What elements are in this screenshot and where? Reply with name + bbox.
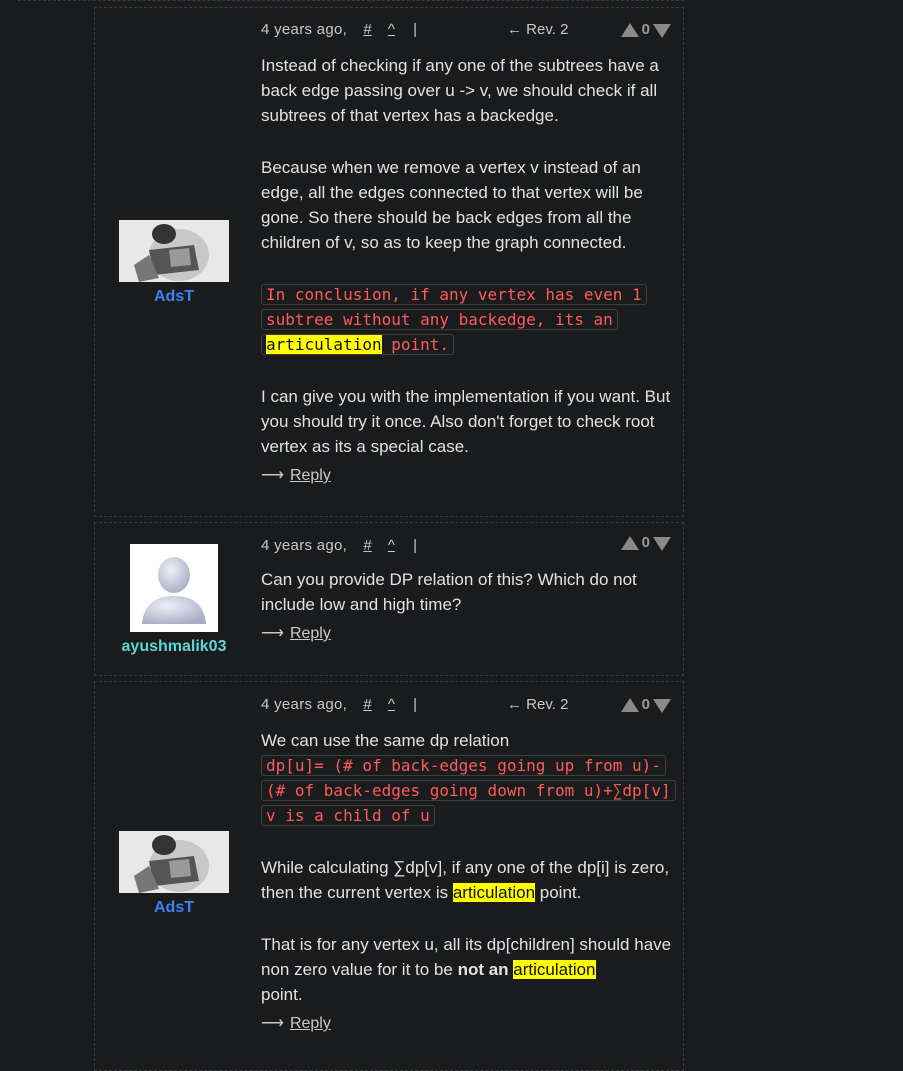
reply-arrow-icon: ⟶ xyxy=(261,625,284,642)
reply-arrow-icon: ⟶ xyxy=(261,467,284,484)
vote-box: 0 xyxy=(620,529,671,557)
vote-box: 0 xyxy=(620,691,671,719)
permalink-link[interactable]: # xyxy=(363,537,371,554)
timestamp: 4 years ago, xyxy=(261,537,348,554)
reply-link[interactable]: Reply xyxy=(290,467,331,484)
parent-link[interactable]: ^ xyxy=(388,21,395,38)
divider xyxy=(18,0,684,1)
permalink-link[interactable]: # xyxy=(363,696,371,713)
separator: | xyxy=(413,696,417,713)
vote-box: 0 xyxy=(620,16,671,44)
comment-author: AdsT xyxy=(95,831,253,917)
code-block: dp[u]= (# of back-edges going up from u)… xyxy=(261,753,676,828)
upvote-icon[interactable] xyxy=(620,23,639,37)
reply-row: ⟶ Reply xyxy=(261,623,675,643)
user-handle[interactable]: AdsT xyxy=(95,288,253,306)
comment-author: ayushmalik03 xyxy=(95,544,253,656)
code-text: In conclusion, if any vertex has even 1 … xyxy=(266,285,642,329)
comment-text: Because when we remove a vertex v instea… xyxy=(261,158,643,252)
avatar[interactable] xyxy=(119,220,229,282)
separator: | xyxy=(413,537,417,554)
reply-link[interactable]: Reply xyxy=(290,625,331,642)
code-block: In conclusion, if any vertex has even 1 … xyxy=(261,282,675,357)
comment: AdsT 4 years ago, # ^ | ← Rev. 2 0 Inste… xyxy=(94,7,684,517)
comment: ayushmalik03 4 years ago, # ^ | 0 Can yo… xyxy=(94,522,684,676)
comment-meta: 4 years ago, # ^ | ← Rev. 2 0 xyxy=(261,691,675,719)
highlight: articulation xyxy=(513,960,596,979)
separator: | xyxy=(413,21,417,38)
reply-arrow-icon: ⟶ xyxy=(261,1015,284,1032)
user-handle[interactable]: ayushmalik03 xyxy=(95,638,253,656)
comment-meta: 4 years ago, # ^ | 0 xyxy=(261,532,675,560)
text-span: point. xyxy=(261,985,303,1004)
reply-row: ⟶ Reply xyxy=(261,1013,675,1033)
highlight: articulation xyxy=(266,335,382,354)
comment-meta: 4 years ago, # ^ | ← Rev. 2 0 xyxy=(261,16,675,44)
timestamp: 4 years ago, xyxy=(261,696,348,713)
reply-link[interactable]: Reply xyxy=(290,1015,331,1032)
comment-text: I can give you with the implementation i… xyxy=(261,387,671,456)
vote-count: 0 xyxy=(641,696,650,713)
vote-count: 0 xyxy=(641,21,650,38)
code-text: point. xyxy=(381,335,450,354)
upvote-icon[interactable] xyxy=(620,536,639,550)
bold-text: not an xyxy=(457,960,509,979)
code-text: dp[u]= (# of back-edges going up from u)… xyxy=(261,755,676,826)
parent-link[interactable]: ^ xyxy=(388,696,395,713)
comment-text: That is for any vertex u, all its dp[chi… xyxy=(261,932,675,1007)
comment-text: Instead of checking if any one of the su… xyxy=(261,56,659,125)
user-handle[interactable]: AdsT xyxy=(95,899,253,917)
comment-author: AdsT xyxy=(95,220,253,306)
downvote-icon[interactable] xyxy=(653,24,671,38)
avatar[interactable] xyxy=(119,831,229,893)
timestamp: 4 years ago, xyxy=(261,21,348,38)
revision-link[interactable]: ← Rev. 2 xyxy=(507,16,568,44)
revision-link[interactable]: ← Rev. 2 xyxy=(507,691,568,719)
comment: AdsT 4 years ago, # ^ | ← Rev. 2 0 We ca… xyxy=(94,681,684,1071)
text-span: point. xyxy=(535,883,582,902)
comment-text: While calculating ∑dp[v], if any one of … xyxy=(261,855,675,905)
comment-text: We can use the same dp relation xyxy=(261,731,510,750)
highlight: articulation xyxy=(452,883,536,902)
downvote-icon[interactable] xyxy=(653,537,671,551)
parent-link[interactable]: ^ xyxy=(388,537,395,554)
downvote-icon[interactable] xyxy=(653,699,671,713)
default-avatar-icon[interactable] xyxy=(130,544,218,632)
upvote-icon[interactable] xyxy=(620,698,639,712)
reply-row: ⟶ Reply xyxy=(261,465,675,485)
comment-text: Can you provide DP relation of this? Whi… xyxy=(261,570,637,614)
vote-count: 0 xyxy=(641,534,650,551)
permalink-link[interactable]: # xyxy=(363,21,371,38)
